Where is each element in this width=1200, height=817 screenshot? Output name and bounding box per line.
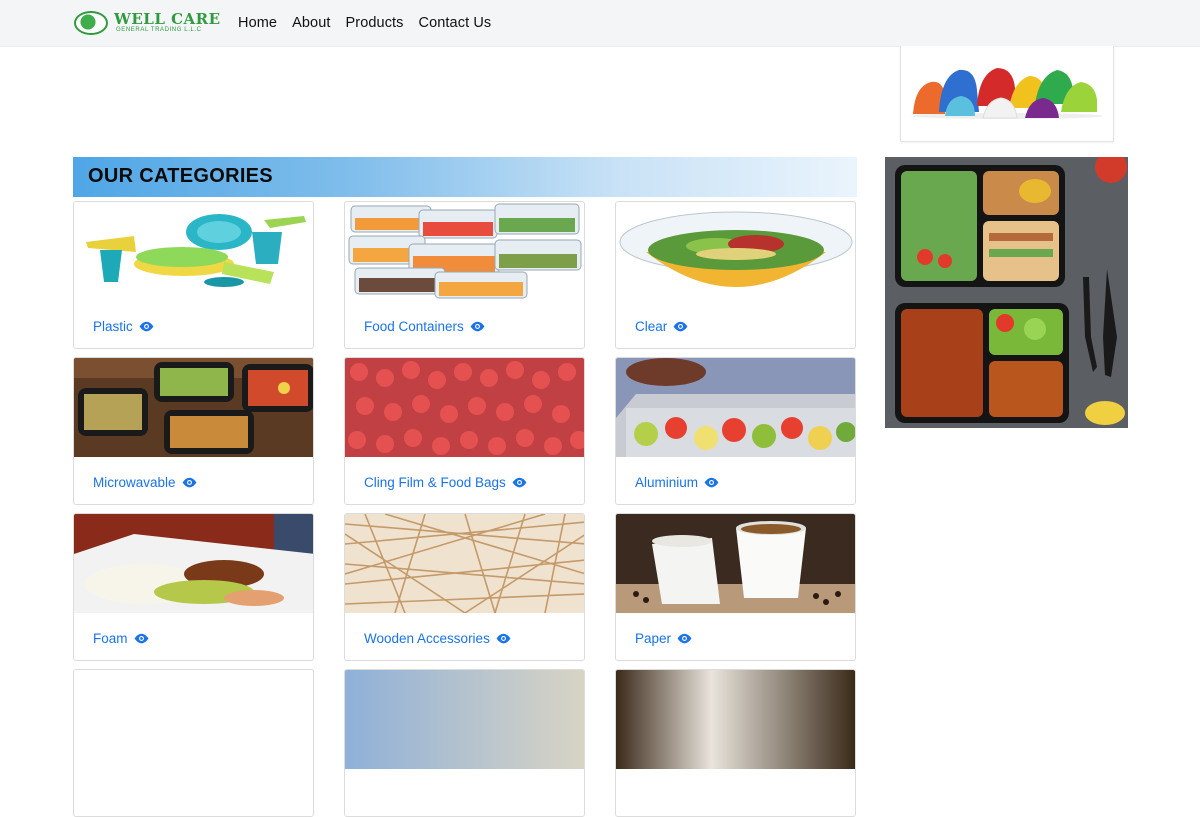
section-title: OUR CATEGORIES bbox=[88, 165, 273, 187]
wooden-accessories-image bbox=[345, 514, 584, 613]
category-label: Food Containers bbox=[364, 319, 464, 334]
category-card-row4-1[interactable] bbox=[73, 669, 314, 817]
category-link-microwavable[interactable]: Microwavable bbox=[93, 475, 198, 490]
category-label: Microwavable bbox=[93, 475, 176, 490]
eye-icon bbox=[512, 477, 527, 488]
clear-image bbox=[616, 202, 855, 301]
category-label: Plastic bbox=[93, 319, 133, 334]
paper-image bbox=[616, 514, 855, 613]
category-label: Wooden Accessories bbox=[364, 631, 490, 646]
foam-image bbox=[74, 514, 313, 613]
category-image bbox=[74, 670, 313, 769]
category-image bbox=[616, 670, 855, 769]
category-label: Cling Film & Food Bags bbox=[364, 475, 506, 490]
plastic-image bbox=[74, 202, 313, 301]
category-link-paper[interactable]: Paper bbox=[635, 631, 693, 646]
top-navbar: WELL CARE GENERAL TRADING L.L.C Home Abo… bbox=[0, 0, 1200, 47]
category-link-food-containers[interactable]: Food Containers bbox=[364, 319, 486, 334]
category-link-cling-film[interactable]: Cling Film & Food Bags bbox=[364, 475, 528, 490]
nav-products-link[interactable]: Products bbox=[346, 14, 404, 32]
food-containers-image bbox=[345, 202, 584, 301]
cling-film-image bbox=[345, 358, 584, 457]
category-link-aluminium[interactable]: Aluminium bbox=[635, 475, 720, 490]
category-link-foam[interactable]: Foam bbox=[93, 631, 150, 646]
brand-subtitle: GENERAL TRADING L.L.C bbox=[116, 27, 202, 33]
globe-logo-icon bbox=[74, 11, 108, 35]
nav-contact-link[interactable]: Contact Us bbox=[419, 14, 492, 32]
microwavable-image bbox=[74, 358, 313, 457]
category-label: Foam bbox=[93, 631, 128, 646]
eye-icon bbox=[677, 633, 692, 644]
category-card-microwavable[interactable]: Microwavable bbox=[73, 357, 314, 505]
categories-header: OUR CATEGORIES bbox=[73, 157, 857, 197]
brand-logo[interactable]: WELL CARE GENERAL TRADING L.L.C bbox=[74, 9, 224, 39]
category-label: Paper bbox=[635, 631, 672, 646]
category-link-wooden-accessories[interactable]: Wooden Accessories bbox=[364, 631, 512, 646]
category-image bbox=[345, 670, 584, 769]
meal-tray-image bbox=[885, 157, 1128, 428]
eye-icon bbox=[704, 477, 719, 488]
nav-about-link[interactable]: About bbox=[292, 14, 330, 32]
nav-home-link[interactable]: Home bbox=[238, 14, 277, 32]
eye-icon bbox=[496, 633, 511, 644]
category-link-clear[interactable]: Clear bbox=[635, 319, 689, 334]
category-link-plastic[interactable]: Plastic bbox=[93, 319, 155, 334]
category-card-aluminium[interactable]: Aluminium bbox=[615, 357, 856, 505]
category-card-paper[interactable]: Paper bbox=[615, 513, 856, 661]
garbage-bags-image bbox=[901, 46, 1113, 141]
category-card-cling-film[interactable]: Cling Film & Food Bags bbox=[344, 357, 585, 505]
aluminium-image bbox=[616, 358, 855, 457]
eye-icon bbox=[139, 321, 154, 332]
main-nav: Home About Products Contact Us bbox=[238, 14, 506, 32]
category-card-foam[interactable]: Foam bbox=[73, 513, 314, 661]
garbage-bags-image-card[interactable] bbox=[900, 46, 1114, 142]
category-label: Clear bbox=[635, 319, 668, 334]
category-card-wooden-accessories[interactable]: Wooden Accessories bbox=[344, 513, 585, 661]
eye-icon bbox=[134, 633, 148, 644]
category-label: Aluminium bbox=[635, 475, 699, 490]
category-card-food-containers[interactable]: Food Containers bbox=[344, 201, 585, 349]
brand-name: WELL CARE bbox=[114, 10, 221, 28]
category-card-row4-3[interactable] bbox=[615, 669, 856, 817]
eye-icon bbox=[470, 321, 485, 332]
category-card-plastic[interactable]: Plastic bbox=[73, 201, 314, 349]
category-card-row4-2[interactable] bbox=[344, 669, 585, 817]
meal-prep-promo-image[interactable] bbox=[885, 157, 1128, 428]
eye-icon bbox=[182, 477, 196, 488]
category-card-clear[interactable]: Clear bbox=[615, 201, 856, 349]
eye-icon bbox=[673, 321, 688, 332]
